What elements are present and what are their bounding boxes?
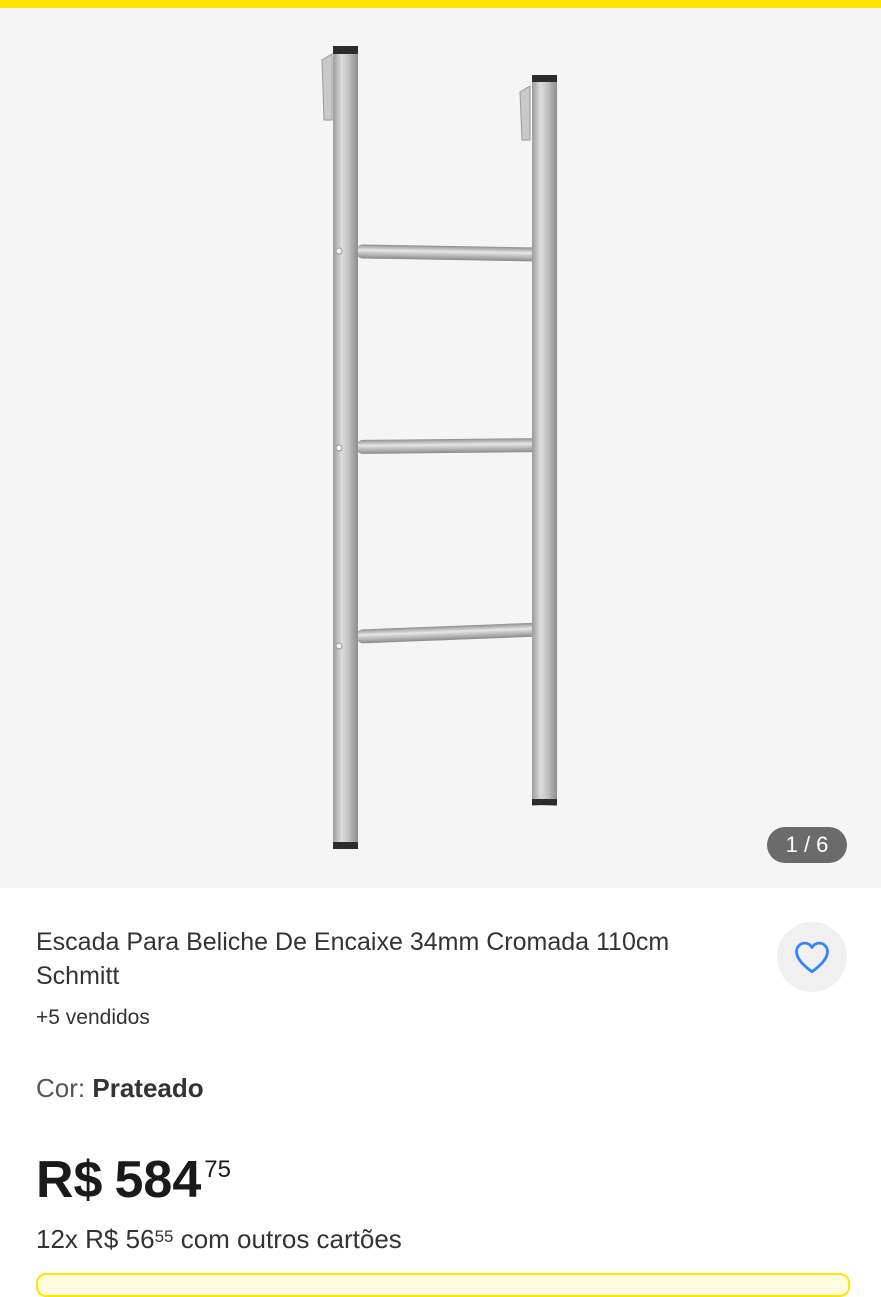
product-title: Escada Para Beliche De Encaixe 34mm Crom… [36,928,670,990]
installments-count: 12x [36,1224,78,1254]
sold-count: +5 vendidos [36,1006,150,1029]
installments-info: 12x R$ 5655 com outros cartões [36,1222,402,1256]
installments-integer: 56 [125,1224,155,1254]
price-integer: 584 [114,1151,202,1209]
installments-cents: 55 [154,1227,174,1246]
product-image-gallery[interactable]: 1 / 6 [0,8,881,888]
color-label: Cor: [36,1073,86,1103]
bottom-banner[interactable] [36,1273,850,1297]
color-value: Prateado [92,1073,204,1103]
heart-icon [795,941,829,974]
installments-currency: R$ [85,1224,119,1254]
favorite-button[interactable] [777,922,847,992]
top-accent-bar [0,0,881,8]
color-selection: Cor: Prateado [36,1073,204,1104]
price-currency: R$ [36,1151,103,1209]
product-image[interactable] [0,8,881,888]
image-counter-badge: 1 / 6 [767,827,847,863]
price-cents: 75 [204,1156,231,1183]
price: R$ 584 75 [36,1148,231,1212]
installments-suffix: com outros cartões [180,1224,402,1254]
